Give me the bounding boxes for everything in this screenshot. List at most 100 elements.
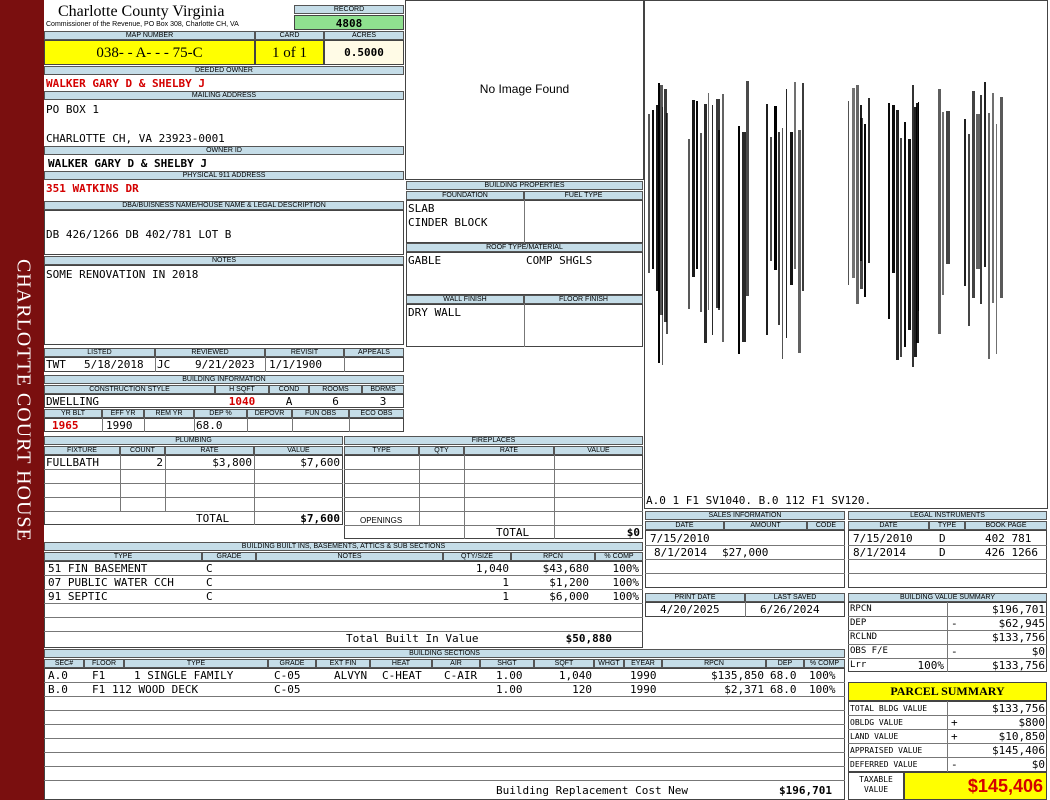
fireplaces-title: FIREPLACES: [344, 436, 643, 445]
sketch-stroke: [798, 130, 801, 353]
vs-lrr-pct: 100%: [917, 659, 945, 672]
building-info-title: BUILDING INFORMATION: [44, 375, 404, 384]
hsqft-label: H SQFT: [215, 385, 269, 394]
depreciation-pct: 68.0: [196, 419, 223, 432]
ps-obldg-label: OBLDG VALUE: [850, 718, 903, 727]
openings-label: OPENINGS: [360, 516, 403, 525]
section-a-dep: 68.0: [770, 669, 797, 682]
rooms-value: 6: [332, 395, 339, 408]
sketch-stroke: [938, 89, 941, 334]
bi-3-grade: C: [206, 590, 213, 603]
sketch-stroke: [942, 112, 944, 295]
sketch-stroke: [704, 104, 707, 343]
bi-qty-label: QTY/SIZE: [443, 552, 511, 561]
built-in-total: $50,880: [565, 632, 612, 645]
foundation-1: SLAB: [408, 202, 435, 215]
bi-1-type: 51 FIN BASEMENT: [48, 562, 148, 575]
section-a-extfin: ALVYN: [334, 669, 368, 682]
owner-id-label: OWNER ID: [44, 146, 404, 155]
replacement-cost-label: Building Replacement Cost New: [496, 784, 689, 797]
sketch-stroke: [900, 138, 902, 357]
bdrms-label: BDRMS: [362, 385, 404, 394]
vs-rpcn-value: $196,701: [992, 603, 1045, 616]
roof-label: ROOF TYPE/MATERIAL: [406, 243, 643, 252]
replacement-cost: $196,701: [779, 784, 832, 797]
section-b-floor: F1: [92, 683, 106, 696]
sketch-stroke: [946, 111, 950, 264]
building-sections-title: BUILDING SECTIONS: [44, 649, 845, 658]
cond-label: COND: [269, 385, 309, 394]
vs-dep-value: $62,945: [998, 617, 1045, 630]
last-saved-date: 6/26/2024: [760, 603, 820, 616]
bi-2-type: 07 PUBLIC WATER CCH: [48, 576, 174, 589]
sketch-stroke: [852, 88, 855, 278]
bdrms-value: 3: [379, 395, 387, 408]
sketch-image: [648, 70, 1010, 370]
taxable-label-1: TAXABLE: [859, 775, 893, 784]
sale-1-date: 7/15/2010: [650, 532, 710, 545]
ps-land-value: $10,850: [998, 730, 1045, 743]
floor-finish-label: FLOOR FINISH: [524, 295, 643, 304]
wall-finish: DRY WALL: [408, 306, 461, 319]
dep-label: DEP %: [194, 409, 247, 418]
deeded-owner: WALKER GARY D & SHELBY J: [46, 77, 205, 90]
fp-rate-label: RATE: [464, 446, 554, 455]
sketch-stroke: [864, 133, 865, 269]
extfin-col-header: EXT FIN: [316, 659, 370, 668]
eyear-col-header: EYEAR: [624, 659, 662, 668]
record-box: 4808: [294, 15, 404, 30]
legal-description: DB 426/1266 DB 402/781 LOT B: [46, 228, 232, 241]
taxable-value: $145,406: [967, 776, 1043, 796]
section-b-eyear: 1990: [630, 683, 657, 696]
section-b-grade: C-05: [274, 683, 301, 696]
vs-obs-value: $0: [1031, 645, 1045, 658]
map-number-label: MAP NUMBER: [44, 31, 255, 40]
section-a-sec: A.0: [48, 669, 68, 682]
vs-rclnd-value: $133,756: [992, 631, 1045, 644]
sketch-stroke: [984, 82, 986, 267]
sketch-stroke: [992, 93, 994, 303]
section-a-rpcn: $135,850: [711, 669, 764, 682]
sales-date-label: DATE: [645, 521, 724, 530]
vs-dep-label: DEP: [850, 618, 867, 628]
li-date-label: DATE: [848, 521, 929, 530]
li-1-date: 7/15/2010: [853, 532, 913, 545]
sketch-stroke: [738, 126, 740, 354]
construction-style-label: CONSTRUCTION STYLE: [44, 385, 215, 394]
legal-instruments-title: LEGAL INSTRUMENTS: [848, 511, 1047, 520]
sketch-stroke: [868, 98, 870, 263]
bi-comp-label: % COMP: [595, 552, 643, 561]
bi-3-rpcn: $6,000: [549, 590, 589, 603]
appeals-label: APPEALS: [344, 348, 404, 357]
listed-date: 5/18/2018: [84, 358, 144, 371]
vs-lrr-value: $133,756: [992, 659, 1045, 672]
section-b-type: 112 WOOD DECK: [112, 683, 199, 696]
sales-code-label: CODE: [807, 521, 845, 530]
li-type-label: TYPE: [929, 521, 965, 530]
li-book-label: BOOK PAGE: [965, 521, 1047, 530]
legal-description-label: DBA/BUISNESS NAME/HOUSE NAME & LEGAL DES…: [44, 201, 404, 210]
map-number: 038- - A- - - 75-C: [96, 45, 203, 61]
li-1-type: D: [939, 532, 946, 545]
year-built: 1965: [52, 419, 79, 432]
taxable-label-2: VALUE: [863, 785, 889, 794]
construction-style: DWELLING: [46, 395, 99, 408]
plumbing-total: $7,600: [300, 512, 340, 525]
effective-year: 1990: [106, 419, 133, 432]
ps-land-label: LAND VALUE: [850, 732, 899, 741]
section-b-sqft: 120: [572, 683, 592, 696]
listed-by: TWT: [46, 358, 66, 371]
value-summary-title: BUILDING VALUE SUMMARY: [848, 593, 1047, 602]
rpcn-col-header: RPCN: [662, 659, 766, 668]
bi-2-grade: C: [206, 576, 213, 589]
shgt-col-header: SHGT: [480, 659, 534, 668]
section-b-comp: 100%: [809, 683, 836, 696]
bi-2-rpcn: $1,200: [549, 576, 589, 589]
owner-id: WALKER GARY D & SHELBY J: [48, 157, 207, 170]
building-info-row-2: [44, 418, 404, 432]
taxable-value-box: $145,406: [904, 772, 1047, 800]
sketch-stroke: [774, 106, 777, 270]
section-a-type: 1 SINGLE FAMILY: [134, 669, 234, 682]
sales-amount-label: AMOUNT: [724, 521, 807, 530]
funobs-label: FUN OBS: [292, 409, 349, 418]
